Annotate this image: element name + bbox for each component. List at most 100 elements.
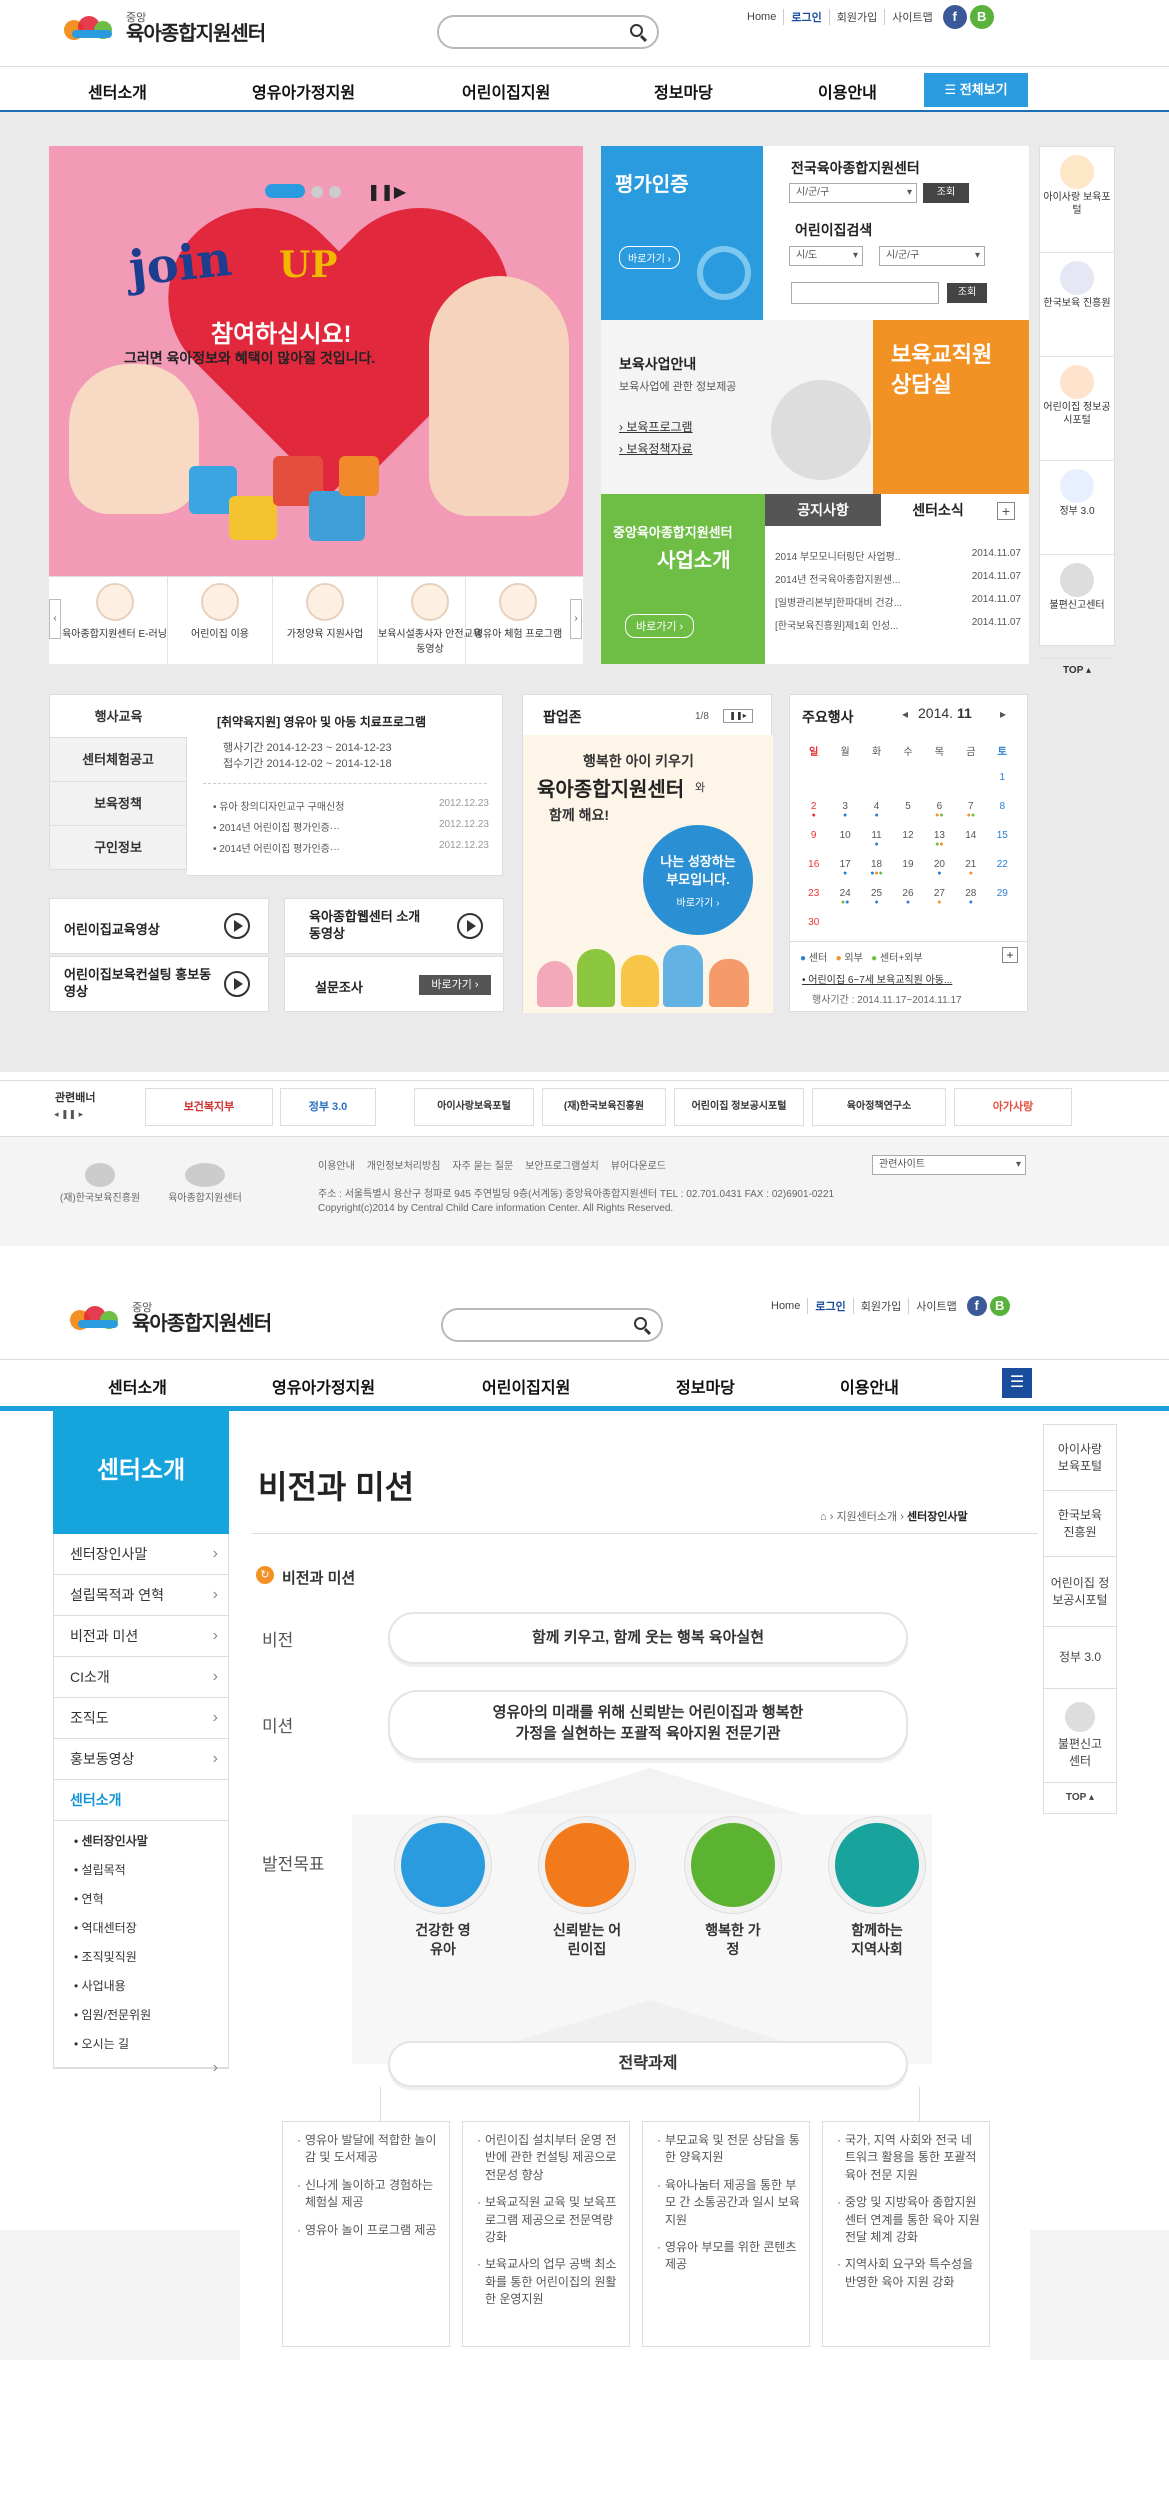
- calendar-prev-icon[interactable]: ◂: [902, 707, 908, 721]
- lnb-sub-item[interactable]: • 조직및직원: [54, 1943, 228, 1972]
- province-select[interactable]: 시/도: [789, 246, 863, 266]
- right-link-complaint[interactable]: 불편신고센터: [1040, 563, 1114, 659]
- partner-mohw[interactable]: 보건복지부: [145, 1088, 273, 1126]
- popup-image[interactable]: 행복한 아이 키우기 육아종합지원센터 와 함께 해요! 나는 성장하는 부모입…: [523, 735, 773, 1013]
- calendar-day[interactable]: 25 ●: [861, 884, 892, 913]
- blog-icon[interactable]: B: [969, 5, 994, 29]
- list-item[interactable]: • 유아 창의디자인교구 구매신청 2012.12.23: [213, 795, 489, 816]
- plus-icon[interactable]: +: [1002, 947, 1018, 963]
- right-link-kcpi[interactable]: 한국보육 진흥원: [1040, 261, 1114, 357]
- facebook-icon[interactable]: f: [966, 1296, 987, 1316]
- calendar-day[interactable]: 17 ●: [829, 855, 860, 884]
- top-button[interactable]: TOP ▴: [1040, 659, 1114, 683]
- calendar-day[interactable]: 23: [798, 884, 829, 913]
- main-banner[interactable]: ❚❚▶ join UP 참여하십시요! 그러면 육아정보와 혜택이 많아질 것입…: [49, 146, 583, 576]
- lnb-sub-item[interactable]: • 연혁: [54, 1885, 228, 1914]
- lnb-item-vision[interactable]: 비전과 미션: [54, 1616, 228, 1657]
- tab-policy[interactable]: 보육정책: [49, 782, 187, 826]
- quick-prev-icon[interactable]: ‹: [49, 599, 61, 639]
- tile-survey[interactable]: 설문조사 바로가기 ›: [284, 956, 504, 1012]
- util-sitemap[interactable]: 사이트맵: [884, 9, 939, 25]
- right-link-complaint[interactable]: 불편신고 센터: [1044, 1689, 1116, 1783]
- lnb-item-org[interactable]: 조직도: [54, 1698, 228, 1739]
- quick-item-home-care[interactable]: 가정양육 지원사업: [272, 577, 377, 665]
- tab-notice[interactable]: 공지사항: [765, 494, 881, 526]
- calendar-day[interactable]: 8: [987, 797, 1018, 826]
- lnb-sub-item[interactable]: • 사업내용: [54, 1972, 228, 2001]
- popup-controls-icon[interactable]: ❚❚▸: [723, 709, 753, 723]
- calendar-next-icon[interactable]: ▸: [1000, 707, 1006, 721]
- tab-jobs[interactable]: 구인정보: [49, 826, 187, 870]
- gnb-item-info[interactable]: 정보마당: [676, 1374, 735, 1398]
- related-site-select[interactable]: 관련사이트: [872, 1155, 1026, 1175]
- all-menu-icon[interactable]: ☰: [1002, 1368, 1032, 1398]
- right-link-isarang[interactable]: 아이사랑 보육포털: [1044, 1425, 1116, 1491]
- city-select[interactable]: 시/군/구: [879, 246, 985, 266]
- list-item[interactable]: • 2014년 어린이집 평가인증··· 2012.12.23: [213, 837, 489, 858]
- calendar-day[interactable]: 30: [798, 913, 829, 942]
- search-icon[interactable]: [630, 24, 643, 37]
- calendar-day[interactable]: 29: [987, 884, 1018, 913]
- util-join[interactable]: 회원가입: [828, 9, 884, 25]
- calendar-day[interactable]: 5: [892, 797, 923, 826]
- calendar-day[interactable]: 28 ●: [955, 884, 986, 913]
- pause-play-icon[interactable]: ❚❚▶: [367, 182, 406, 202]
- footer-org-center[interactable]: 육아종합지원센터: [150, 1163, 260, 1204]
- calendar-day[interactable]: 10: [829, 826, 860, 855]
- calendar-day[interactable]: 22: [987, 855, 1018, 884]
- lnb-item-history[interactable]: 설립목적과 연혁: [54, 1575, 228, 1616]
- business-go-button[interactable]: 바로가기 ›: [625, 614, 695, 638]
- partner-gov30[interactable]: 정부 3.0: [280, 1088, 376, 1126]
- tile-center-video[interactable]: 육아종합웹센터 소개동영상: [284, 898, 504, 954]
- footer-link[interactable]: 개인정보처리방침: [367, 1157, 441, 1172]
- center-search-button[interactable]: 조회: [923, 183, 969, 203]
- right-link-gov30[interactable]: 정부 3.0: [1044, 1627, 1116, 1689]
- popup-bubble[interactable]: 나는 성장하는 부모입니다. 바로가기 ›: [643, 825, 753, 935]
- blog-icon[interactable]: B: [989, 1296, 1010, 1316]
- calendar-day[interactable]: 7 ●●: [955, 797, 986, 826]
- partner-kicce[interactable]: 육아정책연구소: [812, 1088, 946, 1126]
- calendar-day[interactable]: 26 ●: [892, 884, 923, 913]
- tab-events[interactable]: 행사교육: [49, 694, 187, 738]
- partner-disclosure[interactable]: 어린이집 정보공시포털: [674, 1088, 804, 1126]
- footer-link[interactable]: 뷰어다운로드: [611, 1157, 666, 1172]
- consult-tile[interactable]: 보육교직원 상담실: [873, 320, 1029, 494]
- quick-next-icon[interactable]: ›: [570, 599, 582, 639]
- gnb-item-guide[interactable]: 이용안내: [840, 1374, 899, 1398]
- util-login[interactable]: 로그인: [783, 9, 828, 25]
- calendar-day[interactable]: 21 ●: [955, 855, 986, 884]
- partner-isarang[interactable]: 아이사랑보육포털: [414, 1088, 534, 1126]
- calendar-day[interactable]: 2 ●: [798, 797, 829, 826]
- calendar-day[interactable]: 3 ●: [829, 797, 860, 826]
- support-link-policy[interactable]: › 보육정책자료: [619, 440, 693, 457]
- calendar-day[interactable]: 18 ●●●: [861, 855, 892, 884]
- list-item[interactable]: [일병관리본부]한파대비 건강... 2014.11.07: [775, 590, 1021, 613]
- partner-agasarang[interactable]: 아가사랑: [954, 1088, 1072, 1126]
- lnb-item-center[interactable]: 센터소개: [54, 1780, 228, 1821]
- quick-item-daycare[interactable]: 어린이집 이용: [167, 577, 272, 665]
- gnb-item-daycare[interactable]: 어린이집지원: [482, 1374, 570, 1398]
- site-logo[interactable]: 중앙 육아종합지원센터: [62, 12, 266, 46]
- footer-link[interactable]: 이용안내: [318, 1157, 355, 1172]
- lnb-sub-item[interactable]: • 센터장인사말: [54, 1827, 228, 1856]
- play-icon[interactable]: [457, 913, 483, 939]
- calendar-day[interactable]: 1: [987, 768, 1018, 797]
- site-logo[interactable]: 중앙 육아종합지원센터: [68, 1302, 272, 1336]
- calendar-event-title[interactable]: • 어린이집 6~7세 보육교직원 아동...: [802, 971, 952, 986]
- slide-dot-active[interactable]: [265, 184, 305, 198]
- tile-daycare-video[interactable]: 어린이집교육영상: [49, 898, 269, 954]
- partner-kcpi[interactable]: (재)한국보육진흥원: [542, 1088, 666, 1126]
- eval-go-button[interactable]: 바로가기 ›: [619, 246, 680, 269]
- top-button[interactable]: TOP ▴: [1044, 1783, 1116, 1813]
- gnb-item-center[interactable]: 센터소개: [88, 79, 147, 103]
- lnb-item-video[interactable]: 홍보동영상: [54, 1739, 228, 1780]
- quick-item-elearning[interactable]: 육아종합지원센터 E-러닝: [62, 577, 167, 665]
- search-input[interactable]: [441, 1308, 663, 1342]
- lnb-sub-item[interactable]: • 역대센터장: [54, 1914, 228, 1943]
- play-icon[interactable]: [224, 913, 250, 939]
- util-sitemap[interactable]: 사이트맵: [908, 1298, 963, 1314]
- quick-item-experience[interactable]: 영유아 체험 프로그램: [465, 577, 570, 665]
- calendar-day[interactable]: 13 ●●: [924, 826, 955, 855]
- survey-go-button[interactable]: 바로가기 ›: [419, 975, 491, 995]
- right-link-gov30[interactable]: 정부 3.0: [1040, 469, 1114, 555]
